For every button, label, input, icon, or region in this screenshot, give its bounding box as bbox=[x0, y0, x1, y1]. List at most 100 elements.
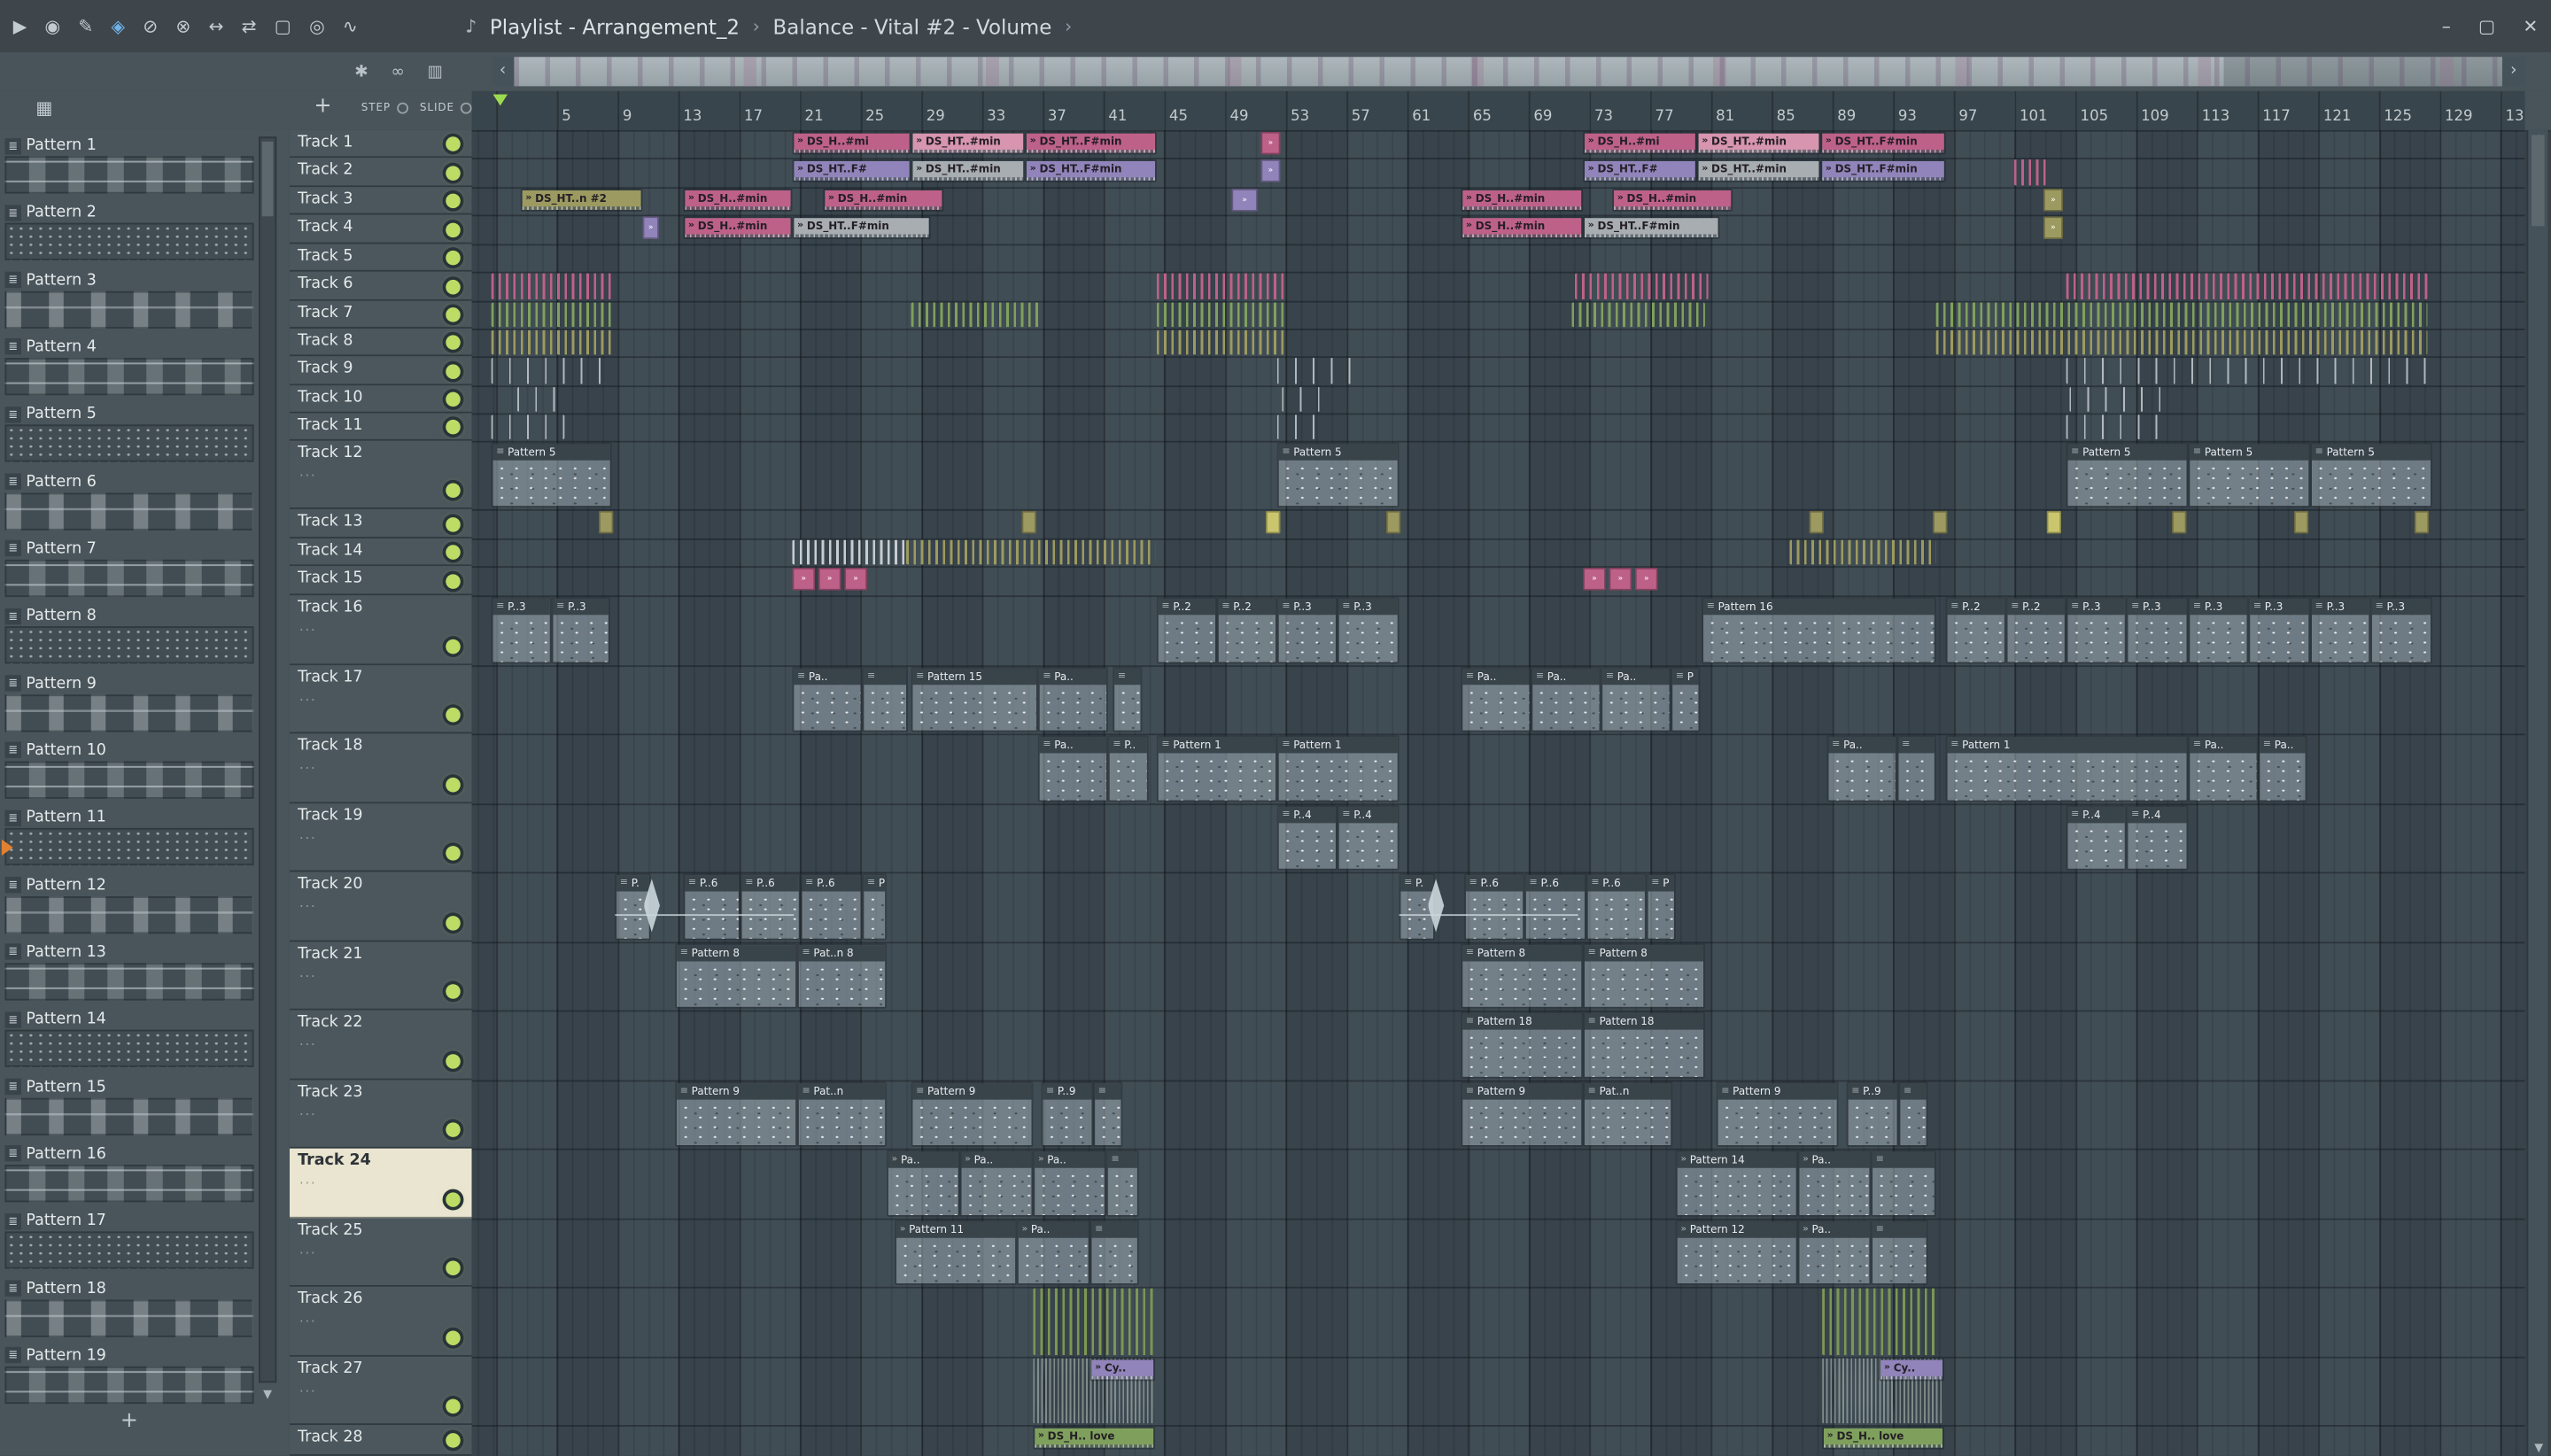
track-header[interactable]: Track 28 bbox=[289, 1424, 472, 1456]
add-track-button[interactable]: + bbox=[314, 95, 331, 120]
track-led[interactable] bbox=[446, 916, 461, 931]
track-led[interactable] bbox=[446, 1192, 461, 1207]
clip[interactable]: ≡ Pa.. bbox=[1461, 667, 1531, 732]
track-header[interactable]: Track 2 bbox=[289, 158, 472, 188]
pattern-list-item[interactable]: ≣ Pattern 11 bbox=[4, 808, 254, 872]
scroll-right-button[interactable]: › bbox=[2501, 57, 2525, 87]
clip[interactable]: ≡ Pattern 8 bbox=[1461, 943, 1584, 1009]
track-led[interactable] bbox=[446, 516, 461, 531]
clip[interactable]: » bbox=[1583, 568, 1606, 591]
paint-tool-icon[interactable]: ◈ bbox=[111, 15, 125, 36]
clip[interactable]: » DS_H..#min bbox=[1461, 189, 1584, 212]
pattern-list-item[interactable]: ≣ Pattern 13 bbox=[4, 941, 254, 1006]
clip[interactable] bbox=[2013, 159, 2051, 186]
track-header[interactable]: Track 25 ··· bbox=[289, 1218, 472, 1287]
clip[interactable]: ≡ P.. bbox=[1107, 735, 1149, 802]
clip[interactable] bbox=[1156, 273, 1287, 299]
track-header[interactable]: Track 16 ··· bbox=[289, 595, 472, 666]
clip[interactable] bbox=[1033, 1288, 1156, 1355]
clip[interactable]: » bbox=[1609, 568, 1632, 591]
clip[interactable]: » Pa.. bbox=[887, 1150, 960, 1217]
clip[interactable]: ≡ P..2 bbox=[2005, 597, 2066, 664]
clip[interactable]: » DS_H..#min bbox=[683, 189, 793, 212]
track-header[interactable]: Track 22 ··· bbox=[289, 1010, 472, 1080]
clip[interactable]: » bbox=[1231, 189, 1258, 212]
track-led[interactable] bbox=[446, 777, 461, 793]
track-header[interactable]: Track 11 bbox=[289, 413, 472, 441]
clip[interactable]: » Pa.. bbox=[1033, 1150, 1106, 1217]
clip[interactable]: » Pattern 12 bbox=[1675, 1220, 1798, 1286]
clip[interactable]: ≡ P..9 bbox=[1041, 1081, 1094, 1147]
clip[interactable]: » bbox=[1634, 568, 1658, 591]
pattern-picker-icon[interactable]: ▦ bbox=[35, 97, 52, 119]
clip[interactable]: ≡ Pa.. bbox=[792, 667, 863, 732]
track-header[interactable]: Track 3 bbox=[289, 187, 472, 215]
track-led[interactable] bbox=[446, 573, 461, 588]
clip[interactable]: ≡ Pattern 5 bbox=[2310, 442, 2432, 508]
clip[interactable] bbox=[615, 873, 795, 940]
clip[interactable]: ≡ Pattern 1 bbox=[1276, 735, 1400, 802]
clip[interactable]: » DS_HT..#min bbox=[911, 159, 1026, 182]
clip[interactable] bbox=[1399, 873, 1578, 940]
select-tool-icon[interactable]: ▢ bbox=[275, 15, 291, 36]
clip[interactable]: ≡ Pattern 18 bbox=[1461, 1011, 1584, 1079]
clip[interactable] bbox=[598, 510, 614, 534]
track-header[interactable]: Track 26 ··· bbox=[289, 1286, 472, 1357]
track-header[interactable]: Track 15 bbox=[289, 566, 472, 596]
clip[interactable] bbox=[1935, 329, 2428, 355]
clip[interactable]: ≡ Pa.. bbox=[2188, 735, 2259, 802]
track-led[interactable] bbox=[446, 165, 461, 180]
track-led[interactable] bbox=[446, 335, 461, 350]
track-header[interactable]: Track 10 bbox=[289, 385, 472, 414]
clip[interactable]: » DS_HT..F#min bbox=[792, 216, 931, 239]
clip[interactable]: ≡ P..6 bbox=[800, 873, 863, 941]
clip[interactable] bbox=[1822, 1288, 1936, 1355]
playlist-grid[interactable]: » DS_H..#mi» DS_HT..#min» DS_HT..F#min»» DS_… bbox=[471, 129, 2525, 1456]
clip[interactable] bbox=[2066, 414, 2164, 439]
pattern-list-item[interactable]: ≣ Pattern 1 bbox=[4, 135, 254, 199]
clip[interactable]: » Cy.. bbox=[1879, 1358, 1944, 1382]
pattern-list-item[interactable]: ≣ Pattern 7 bbox=[4, 538, 254, 603]
clip[interactable] bbox=[2066, 358, 2428, 384]
track-led[interactable] bbox=[446, 846, 461, 861]
clip[interactable]: ≡ P..3 bbox=[2370, 597, 2432, 664]
clip[interactable]: ≡ Pattern 9 bbox=[675, 1081, 797, 1147]
clip[interactable]: » DS_HT..F#min bbox=[1025, 131, 1157, 155]
clip[interactable]: » bbox=[818, 568, 841, 591]
track-header[interactable]: Track 7 bbox=[289, 300, 472, 329]
clip[interactable] bbox=[2066, 273, 2428, 299]
slip-tool-icon[interactable]: ↔ bbox=[208, 15, 223, 36]
snap-icon[interactable]: ✱ bbox=[354, 63, 368, 81]
clip[interactable]: ≡ Pattern 9 bbox=[1461, 1081, 1584, 1147]
track-led[interactable] bbox=[446, 250, 461, 266]
clip[interactable]: ≡ P..6 bbox=[1586, 873, 1647, 941]
clip[interactable]: ≡ P..2 bbox=[1945, 597, 2006, 664]
track-header[interactable]: Track 12 ··· bbox=[289, 440, 472, 509]
track-header[interactable]: Track 14 bbox=[289, 538, 472, 567]
step-toggle-icon[interactable] bbox=[397, 101, 409, 113]
track-header[interactable]: Track 19 ··· bbox=[289, 803, 472, 872]
clip[interactable]: » bbox=[1260, 159, 1281, 182]
track-header[interactable]: Track 5 bbox=[289, 244, 472, 272]
clip[interactable]: » DS_HT..F# bbox=[1583, 159, 1697, 182]
clip[interactable]: ≡ Pattern 1 bbox=[1945, 735, 2189, 802]
clip[interactable]: ≡ P..3 bbox=[2188, 597, 2249, 664]
clip[interactable]: » DS_HT..F# bbox=[792, 159, 911, 182]
clip[interactable]: ≡ P..3 bbox=[2248, 597, 2311, 664]
maximize-button[interactable]: ▢ bbox=[2478, 15, 2495, 36]
link-icon[interactable]: ∞ bbox=[392, 63, 405, 81]
track-header[interactable]: Track 6 bbox=[289, 271, 472, 301]
clip[interactable]: ≡ Pa.. bbox=[1531, 667, 1601, 732]
clip[interactable]: ≡ bbox=[1093, 1081, 1123, 1147]
clip[interactable] bbox=[2172, 510, 2187, 534]
clip[interactable]: » DS_HT..#min bbox=[1696, 159, 1821, 182]
minimize-button[interactable]: – bbox=[2442, 15, 2451, 36]
track-header[interactable]: Track 27 ··· bbox=[289, 1356, 472, 1425]
clip[interactable] bbox=[2046, 510, 2062, 534]
clip[interactable]: ≡ Pat..n 8 bbox=[796, 943, 888, 1009]
pattern-list-item[interactable]: ≣ Pattern 2 bbox=[4, 202, 254, 267]
clip[interactable]: » bbox=[792, 568, 816, 591]
pattern-list-item[interactable]: ≣ Pattern 5 bbox=[4, 404, 254, 469]
clip[interactable] bbox=[1809, 510, 1824, 534]
clip[interactable] bbox=[1789, 539, 1936, 565]
